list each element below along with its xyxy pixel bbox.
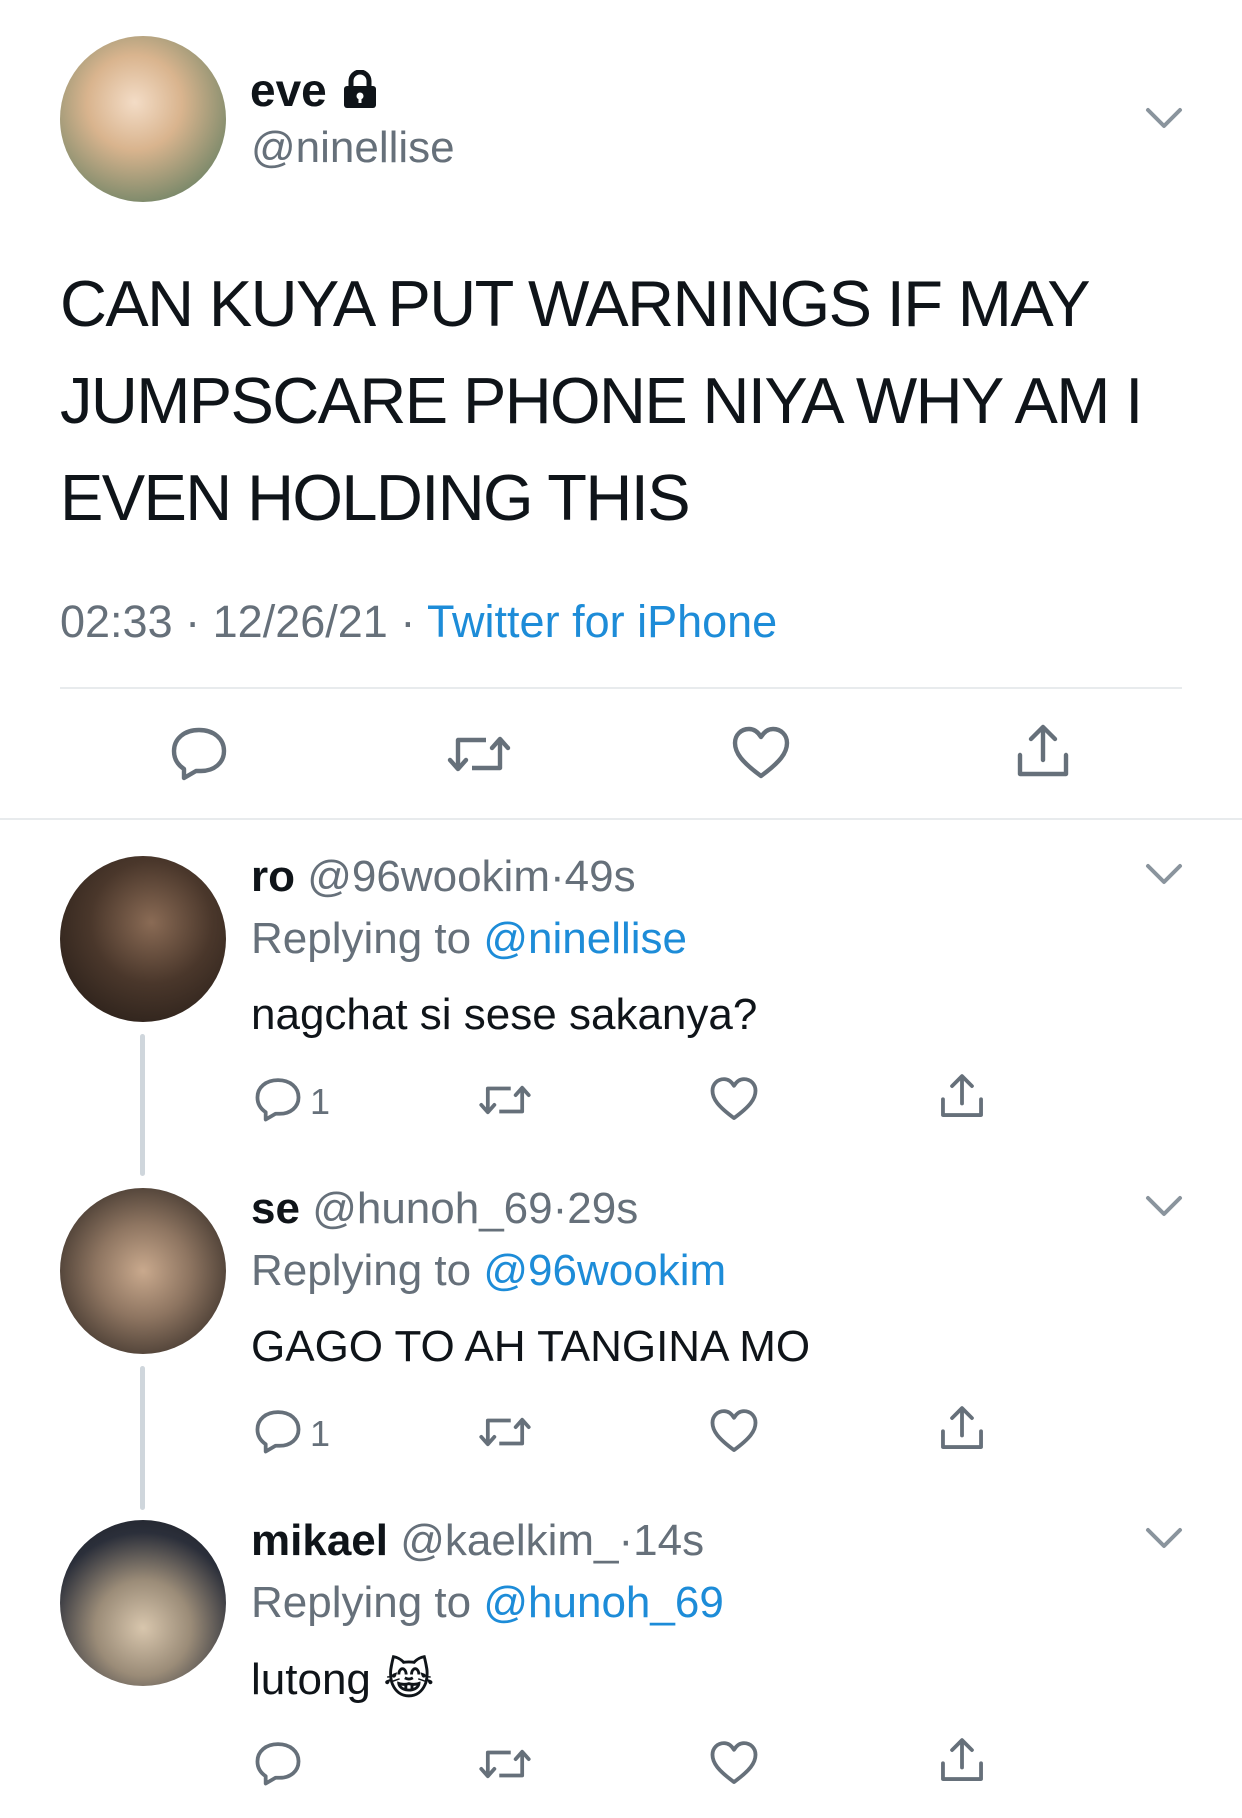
separator-dot: ·: [400, 596, 416, 647]
chevron-down-icon[interactable]: [1144, 1524, 1184, 1554]
reply-header: mikael @kaelkim_·14s: [251, 1516, 704, 1566]
share-icon: [938, 1404, 986, 1457]
display-name[interactable]: ro: [251, 852, 295, 901]
reply-icon: [254, 1740, 302, 1791]
retweet-icon: [446, 728, 512, 785]
like-button[interactable]: [710, 1076, 758, 1127]
reply-header: ro @96wookim·49s: [251, 852, 636, 902]
thread-line: [140, 1034, 145, 1176]
reply-text: GAGO TO AH TANGINA MO: [251, 1322, 811, 1371]
separator-dot: ·: [552, 1184, 568, 1233]
replying-to-label: Replying to: [251, 1246, 472, 1295]
like-button[interactable]: [710, 1740, 758, 1791]
share-icon: [1014, 722, 1072, 785]
handle[interactable]: @hunoh_69: [312, 1184, 552, 1233]
share-icon: [938, 1736, 986, 1789]
share-button[interactable]: [938, 1072, 986, 1125]
timestamp: 49s: [564, 852, 636, 901]
like-icon: [732, 726, 790, 785]
like-button[interactable]: [710, 1408, 758, 1459]
handle[interactable]: @ninellise: [251, 123, 455, 173]
separator-dot: ·: [618, 1516, 634, 1565]
replying-to-label: Replying to: [251, 914, 472, 963]
retweet-icon: [478, 1410, 532, 1459]
like-button[interactable]: [732, 726, 790, 785]
chevron-down-icon[interactable]: [1144, 104, 1184, 134]
retweet-button[interactable]: [446, 728, 512, 785]
tweet-time: 02:33: [60, 596, 173, 647]
reply-icon: [254, 1408, 302, 1459]
separator-dot: ·: [550, 852, 565, 901]
reply-count: 1: [310, 1080, 331, 1122]
like-icon: [710, 1076, 758, 1127]
avatar[interactable]: [60, 856, 226, 1022]
retweet-button[interactable]: [478, 1410, 532, 1459]
cat-laughing-emoji: 😹: [383, 1655, 435, 1704]
chevron-down-icon[interactable]: [1144, 1192, 1184, 1222]
like-icon: [710, 1408, 758, 1459]
retweet-button[interactable]: [478, 1078, 532, 1127]
reply-text-content: lutong: [251, 1655, 371, 1704]
replying-to: Replying to @96wookim: [251, 1246, 726, 1296]
reply-button[interactable]: 1: [254, 1076, 330, 1127]
retweet-icon: [478, 1742, 532, 1791]
replying-to: Replying to @hunoh_69: [251, 1578, 724, 1628]
share-button[interactable]: [938, 1404, 986, 1457]
share-button[interactable]: [938, 1736, 986, 1789]
chevron-down-icon[interactable]: [1144, 860, 1184, 890]
avatar[interactable]: [60, 1520, 226, 1686]
replying-to-link[interactable]: @96wookim: [483, 1246, 726, 1295]
tweet-text: CAN KUYA PUT WARNINGS IF MAY JUMPSCARE P…: [60, 255, 1143, 546]
handle[interactable]: @kaelkim_: [400, 1516, 618, 1565]
divider: [0, 818, 1242, 820]
tweet-meta: 02:33 · 12/26/21 · Twitter for iPhone: [60, 596, 777, 648]
timestamp: 14s: [633, 1516, 705, 1565]
replying-to-link[interactable]: @hunoh_69: [483, 1578, 723, 1627]
reply-button[interactable]: [254, 1740, 310, 1791]
tweet-text-line: CAN KUYA PUT WARNINGS IF MAY: [60, 267, 1091, 340]
handle[interactable]: @96wookim: [307, 852, 550, 901]
separator-dot: ·: [185, 596, 201, 647]
tweet-date: 12/26/21: [212, 596, 388, 647]
display-name-row: eve: [250, 62, 379, 118]
display-name[interactable]: mikael: [251, 1516, 388, 1565]
timestamp: 29s: [567, 1184, 639, 1233]
replying-to-link[interactable]: @ninellise: [483, 914, 687, 963]
replying-to: Replying to @ninellise: [251, 914, 687, 964]
display-name[interactable]: se: [251, 1184, 300, 1233]
tweet-source-link[interactable]: Twitter for iPhone: [427, 596, 777, 647]
tweet-text-line: EVEN HOLDING THIS: [60, 461, 691, 534]
avatar[interactable]: [60, 1188, 226, 1354]
thread-line: [140, 1366, 145, 1510]
retweet-icon: [478, 1078, 532, 1127]
reply-header: se @hunoh_69·29s: [251, 1184, 638, 1234]
reply-icon: [254, 1076, 302, 1127]
avatar[interactable]: [60, 36, 226, 202]
divider: [60, 687, 1182, 689]
tweet-text-line: JUMPSCARE PHONE NIYA WHY AM I: [60, 364, 1143, 437]
like-icon: [710, 1740, 758, 1791]
display-name[interactable]: eve: [250, 63, 327, 117]
reply-text: lutong 😹: [251, 1654, 435, 1705]
retweet-button[interactable]: [478, 1742, 532, 1791]
share-button[interactable]: [1014, 722, 1072, 785]
reply-button[interactable]: 1: [254, 1408, 330, 1459]
reply-icon: [170, 725, 228, 786]
share-icon: [938, 1072, 986, 1125]
reply-button[interactable]: [170, 725, 228, 786]
reply-count: 1: [310, 1412, 331, 1454]
lock-icon: [341, 69, 379, 110]
reply-text: nagchat si sese sakanya?: [251, 990, 758, 1039]
replying-to-label: Replying to: [251, 1578, 472, 1627]
